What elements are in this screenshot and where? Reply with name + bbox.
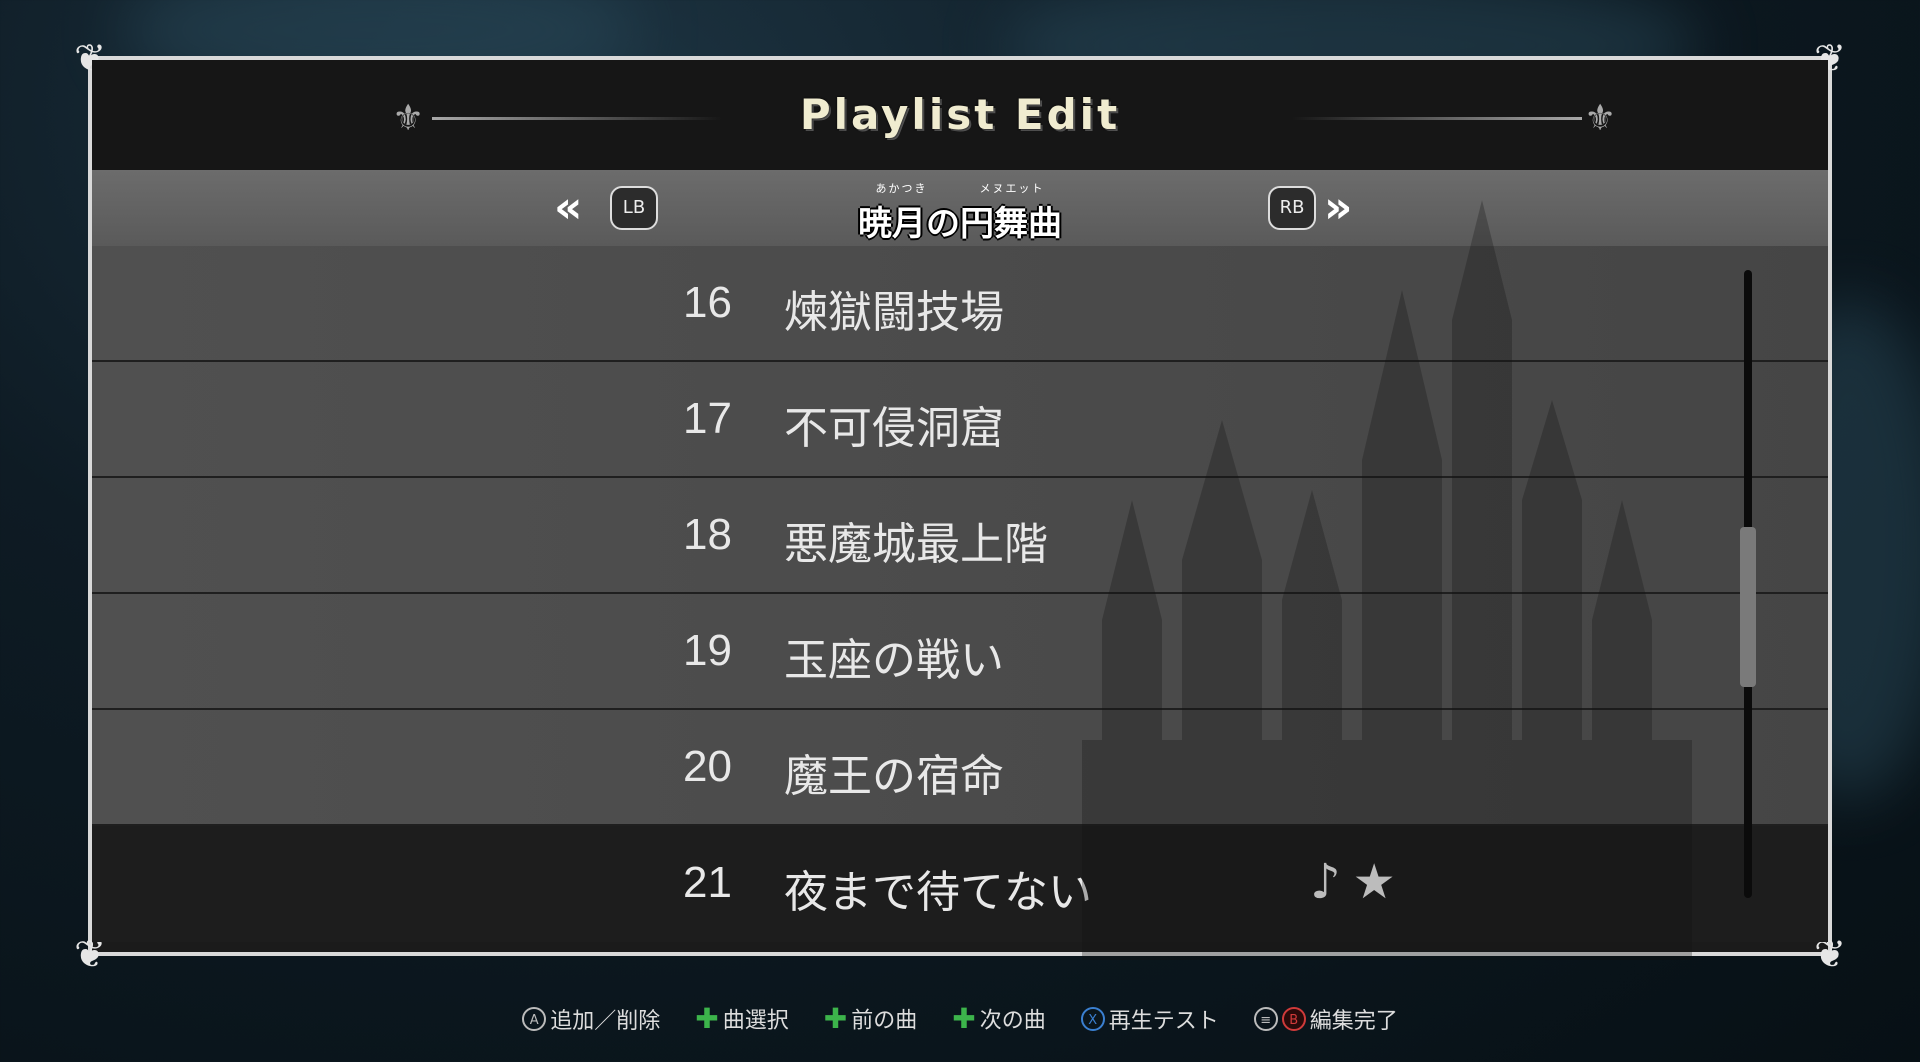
song-row[interactable]: 20 魔王の宿命: [92, 710, 1828, 826]
song-title: 煉獄闘技場: [784, 287, 1004, 338]
song-row[interactable]: 18 悪魔城最上階: [92, 478, 1828, 594]
hint-prev-song: ✚ 前の曲: [823, 1002, 918, 1035]
a-button-icon: A: [522, 1006, 547, 1031]
dpad-icon: ✚: [952, 1002, 976, 1035]
song-title: 魔王の宿命: [784, 751, 1004, 802]
song-number: 18: [683, 510, 732, 559]
controls-footer: A 追加／削除 ✚ 曲選択 ✚ 前の曲 ✚ 次の曲 X 再生テスト ≡ B 編集完了: [0, 1002, 1920, 1035]
playlist-name: あかつき メヌエット 暁月の円舞曲: [92, 180, 1828, 245]
song-number: 20: [683, 742, 732, 791]
hint-play-test: X 再生テスト: [1080, 1003, 1219, 1035]
playlist-edit-panel: ❦ ❦ ❦ ❦ ⚜ Playlist Edit ⚜ « LB あかつき メヌエッ…: [74, 38, 1846, 974]
menu-button-icon: ≡: [1253, 1006, 1278, 1031]
song-row-selected[interactable]: 21 夜まで待てない ♪★: [92, 826, 1828, 942]
rb-button[interactable]: RB: [1268, 186, 1316, 230]
hint-finish-edit: ≡ B 編集完了: [1253, 1003, 1398, 1035]
song-title: 悪魔城最上階: [784, 519, 1048, 570]
header: ⚜ Playlist Edit ⚜: [92, 60, 1828, 170]
playlist-name-ruby: あかつき メヌエット: [875, 182, 1045, 195]
song-number: 16: [683, 278, 732, 327]
scrollbar-thumb[interactable]: [1740, 527, 1756, 687]
song-number: 17: [683, 394, 732, 443]
song-number: 21: [683, 858, 732, 907]
scrollbar[interactable]: [1740, 270, 1756, 898]
song-title: 夜まで待てない: [784, 867, 1092, 918]
hint-select-song: ✚ 曲選択: [695, 1002, 789, 1035]
dpad-icon: ✚: [823, 1002, 848, 1035]
dpad-icon: ✚: [695, 1002, 719, 1035]
fleur-de-lis-icon: ⚜: [1584, 98, 1617, 139]
playlist-name-label: 暁月の円舞曲: [858, 204, 1062, 244]
double-chevron-right-icon[interactable]: »: [1324, 182, 1352, 233]
song-row[interactable]: 19 玉座の戦い: [92, 594, 1828, 710]
music-note-star-icon: ♪★: [1310, 854, 1408, 910]
song-row[interactable]: 16 煉獄闘技場: [92, 246, 1828, 362]
playlist-tab-bar: « LB あかつき メヌエット 暁月の円舞曲 RB »: [92, 170, 1828, 246]
song-list: 16 煉獄闘技場 17 不可侵洞窟 18 悪魔城最上階 19 玉座の戦い 20 …: [92, 246, 1828, 952]
x-button-icon: X: [1080, 1006, 1105, 1031]
song-title: 玉座の戦い: [784, 635, 1004, 686]
song-row[interactable]: 17 不可侵洞窟: [92, 362, 1828, 478]
song-title: 不可侵洞窟: [784, 403, 1004, 454]
b-button-icon: B: [1281, 1006, 1306, 1031]
hint-next-song: ✚ 次の曲: [952, 1002, 1046, 1035]
song-number: 19: [683, 626, 732, 675]
hint-add-remove: A 追加／削除: [522, 1003, 660, 1035]
right-ornament: ⚜: [1292, 98, 1622, 139]
